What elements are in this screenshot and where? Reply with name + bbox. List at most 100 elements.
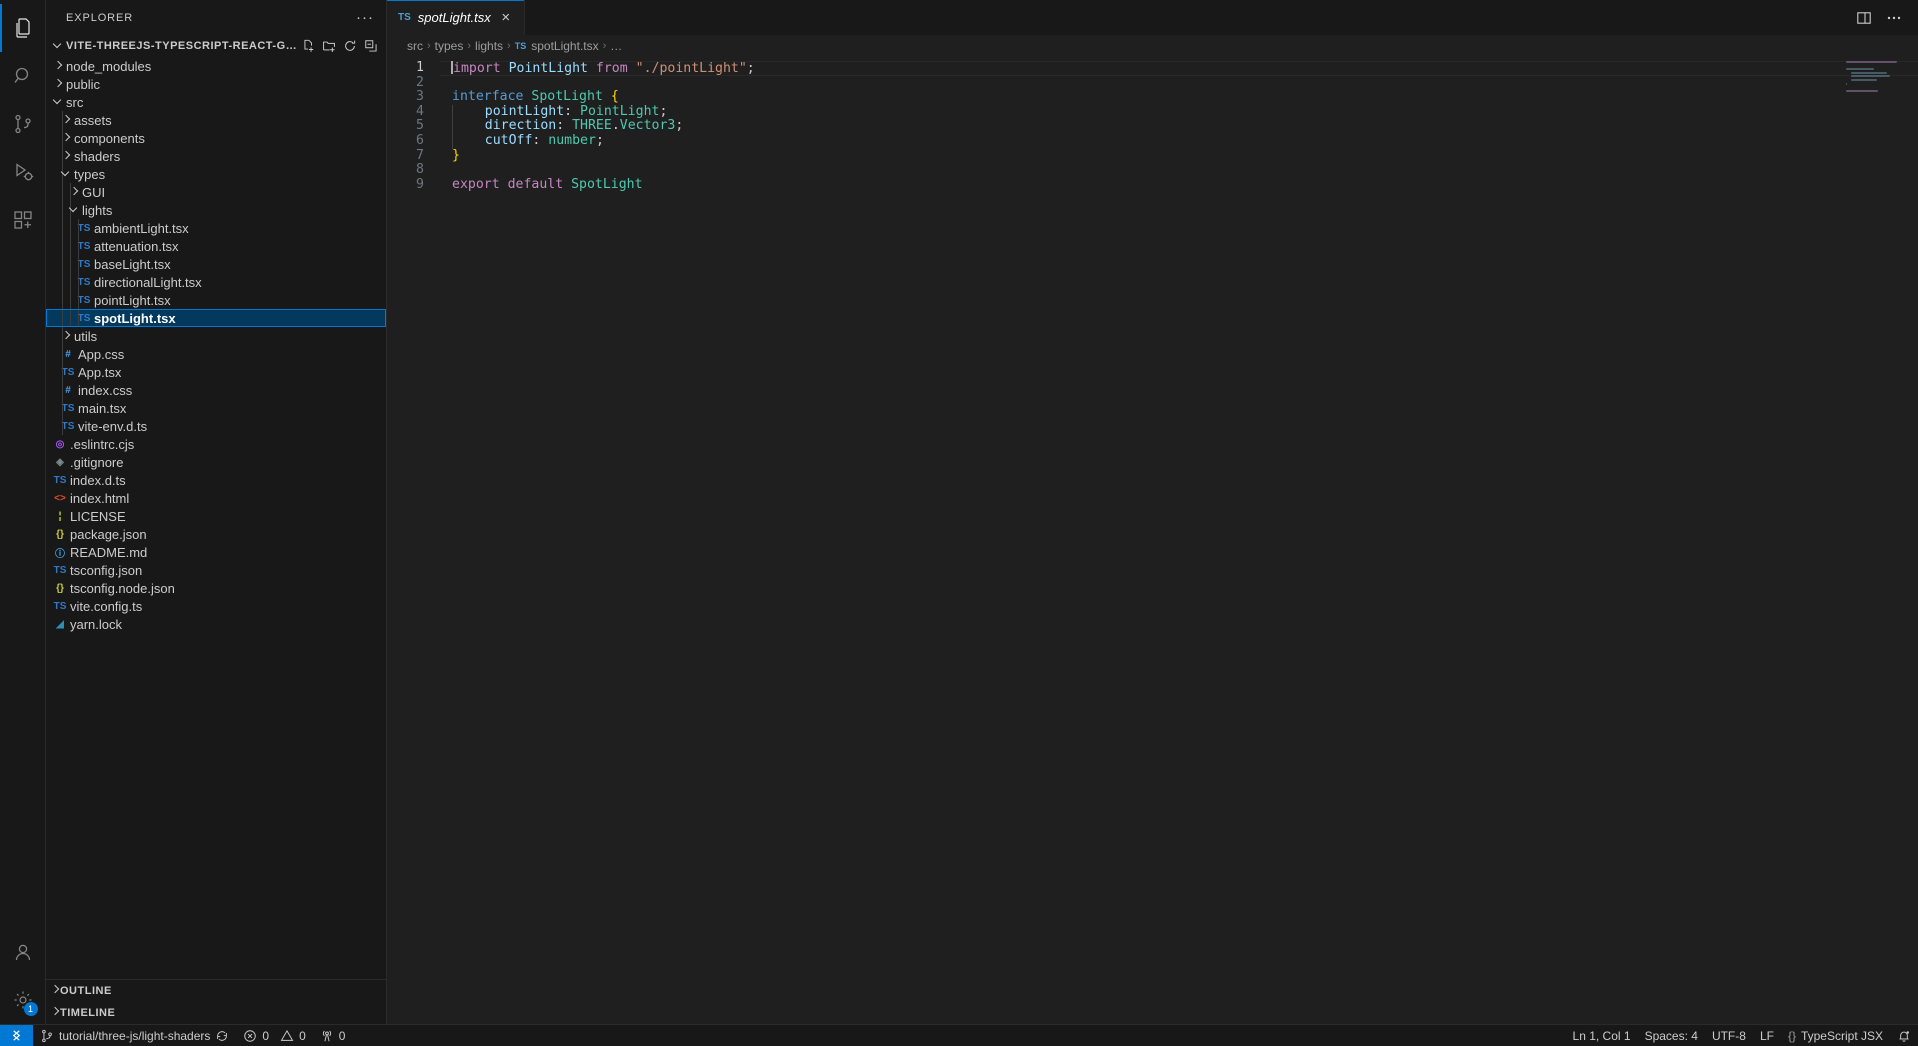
code-line[interactable]: 7}	[387, 148, 1918, 164]
collapse-all-icon[interactable]	[364, 39, 378, 53]
tree-folder-row[interactable]: shaders	[46, 147, 386, 165]
tree-file-row[interactable]: TS index.d.ts	[46, 471, 386, 489]
tree-file-row[interactable]: ◈ .gitignore	[46, 453, 386, 471]
tree-folder-row[interactable]: lights	[46, 201, 386, 219]
breadcrumb-item[interactable]: src	[407, 39, 423, 53]
tree-file-row[interactable]: # App.css	[46, 345, 386, 363]
chevron-right-icon	[50, 61, 66, 71]
tree-item-label: ambientLight.tsx	[94, 220, 189, 236]
fold-gutter[interactable]	[440, 149, 452, 164]
code-line[interactable]: 8	[387, 163, 1918, 178]
tree-file-row[interactable]: TS directionalLight.tsx	[46, 273, 386, 291]
new-file-icon[interactable]	[301, 39, 315, 53]
sidebar-more-actions-button[interactable]: ···	[356, 10, 374, 25]
tree-file-row[interactable]: TS vite.config.ts	[46, 597, 386, 615]
status-notifications[interactable]	[1890, 1025, 1918, 1046]
breadcrumb-item[interactable]: types	[435, 39, 464, 53]
status-branch[interactable]: tutorial/three-js/light-shaders	[33, 1025, 236, 1046]
activity-bar-item-source-control[interactable]	[0, 100, 46, 148]
fold-gutter[interactable]	[440, 76, 452, 91]
tree-file-row[interactable]: {} tsconfig.node.json	[46, 579, 386, 597]
tree-file-row[interactable]: TS ambientLight.tsx	[46, 219, 386, 237]
status-eol[interactable]: LF	[1753, 1025, 1781, 1046]
code-line[interactable]: 9 export default SpotLight	[387, 177, 1918, 193]
tree-item-label: vite.config.ts	[70, 598, 143, 614]
panel-outline[interactable]: OUTLINE	[46, 980, 386, 1002]
remote-window-button[interactable]	[0, 1025, 33, 1046]
source-control-branch-icon	[40, 1029, 54, 1043]
breadcrumb-item[interactable]: TS spotLight.tsx	[515, 39, 599, 53]
status-problems[interactable]: 0 0	[236, 1025, 312, 1046]
panel-timeline[interactable]: TIMELINE	[46, 1002, 386, 1024]
tree-folder-row[interactable]: types	[46, 165, 386, 183]
code-line[interactable]: 2	[387, 74, 1918, 91]
explorer-root-folder-row[interactable]: VITE-THREEJS-TYPESCRIPT-REACT-GLSL-START…	[46, 35, 386, 57]
refresh-icon[interactable]	[343, 39, 357, 53]
fold-gutter[interactable]	[440, 105, 452, 120]
tree-folder-row[interactable]: node_modules	[46, 57, 386, 75]
tree-file-row[interactable]: TS tsconfig.json	[46, 561, 386, 579]
code-line[interactable]: 4 pointLight: PointLight;	[387, 104, 1918, 120]
panel-timeline-label: TIMELINE	[60, 1007, 116, 1019]
tree-file-row[interactable]: TS pointLight.tsx	[46, 291, 386, 309]
new-folder-icon[interactable]	[322, 39, 336, 53]
tree-folder-row[interactable]: assets	[46, 111, 386, 129]
activity-bar-item-extensions[interactable]	[0, 196, 46, 244]
breadcrumb-item[interactable]: lights	[475, 39, 503, 53]
status-ports[interactable]: 0	[313, 1025, 353, 1046]
close-icon[interactable]: ×	[498, 10, 514, 25]
line-number: 2	[416, 74, 424, 90]
fold-gutter[interactable]	[440, 178, 452, 193]
code-line[interactable]: 6 cutOff: number;	[387, 133, 1918, 149]
tree-file-row[interactable]: ¦ LICENSE	[46, 507, 386, 525]
tree-file-row[interactable]: TS main.tsx	[46, 399, 386, 417]
tree-folder-row[interactable]: components	[46, 129, 386, 147]
tab-spotlight-tsx[interactable]: TS spotLight.tsx ×	[387, 0, 525, 35]
tree-folder-row[interactable]: GUI	[46, 183, 386, 201]
code-line[interactable]: 5 direction: THREE.Vector3;	[387, 119, 1918, 134]
tree-file-row[interactable]: ◎ .eslintrc.cjs	[46, 435, 386, 453]
fold-gutter[interactable]	[440, 163, 452, 178]
tree-file-row[interactable]: TS App.tsx	[46, 363, 386, 381]
code-editor[interactable]: 1 import PointLight from "./pointLight"; 2…	[387, 57, 1918, 1024]
tree-file-row[interactable]: TS vite-env.d.ts	[46, 417, 386, 435]
tree-folder-row[interactable]: public	[46, 75, 386, 93]
minimap[interactable]	[1846, 61, 1904, 92]
status-encoding[interactable]: UTF-8	[1705, 1025, 1753, 1046]
breadcrumb-label: src	[407, 39, 423, 53]
fold-gutter[interactable]	[440, 119, 452, 134]
tree-file-row[interactable]: ⓘ README.md	[46, 543, 386, 561]
file-type-icon: {}	[56, 582, 64, 594]
tree-file-row[interactable]: # index.css	[46, 381, 386, 399]
file-tree[interactable]: node_modules public src assets components sha…	[46, 57, 386, 979]
tree-folder-row[interactable]: src	[46, 93, 386, 111]
tree-file-row[interactable]: <> index.html	[46, 489, 386, 507]
status-indentation[interactable]: Spaces: 4	[1638, 1025, 1705, 1046]
tree-file-row[interactable]: TS baseLight.tsx	[46, 255, 386, 273]
activity-bar-item-explorer[interactable]	[0, 4, 46, 52]
split-editor-icon[interactable]	[1856, 10, 1872, 26]
activity-bar-item-search[interactable]	[0, 52, 46, 100]
code-line[interactable]: 3 interface SpotLight {	[387, 89, 1918, 105]
status-language-mode[interactable]: {} TypeScript JSX	[1781, 1025, 1890, 1046]
fold-gutter[interactable]	[440, 134, 452, 149]
activity-bar-item-run-and-debug[interactable]	[0, 148, 46, 196]
minimap-line	[1851, 75, 1891, 78]
fold-gutter[interactable]	[440, 90, 452, 105]
tree-file-row[interactable]: TS attenuation.tsx	[46, 237, 386, 255]
tree-item-label: node_modules	[66, 58, 152, 74]
activity-bar-item-accounts[interactable]	[0, 928, 46, 976]
tree-file-row[interactable]: TS spotLight.tsx	[46, 309, 386, 327]
status-cursor-position[interactable]: Ln 1, Col 1	[1566, 1025, 1638, 1046]
code-content[interactable]: 1 import PointLight from "./pointLight"; 2…	[387, 57, 1918, 192]
more-actions-icon[interactable]	[1886, 10, 1902, 26]
breadcrumb[interactable]: src › types › lights › TS spotLight.tsx ›…	[387, 35, 1918, 57]
activity-bar: 1	[0, 0, 46, 1024]
activity-bar-item-manage[interactable]: 1	[0, 976, 46, 1024]
tree-item-label: assets	[74, 112, 112, 128]
tree-item-label: GUI	[82, 184, 106, 200]
breadcrumb-item[interactable]: …	[610, 39, 622, 53]
tree-file-row[interactable]: {} package.json	[46, 525, 386, 543]
tree-folder-row[interactable]: utils	[46, 327, 386, 345]
tree-file-row[interactable]: ◢ yarn.lock	[46, 615, 386, 633]
